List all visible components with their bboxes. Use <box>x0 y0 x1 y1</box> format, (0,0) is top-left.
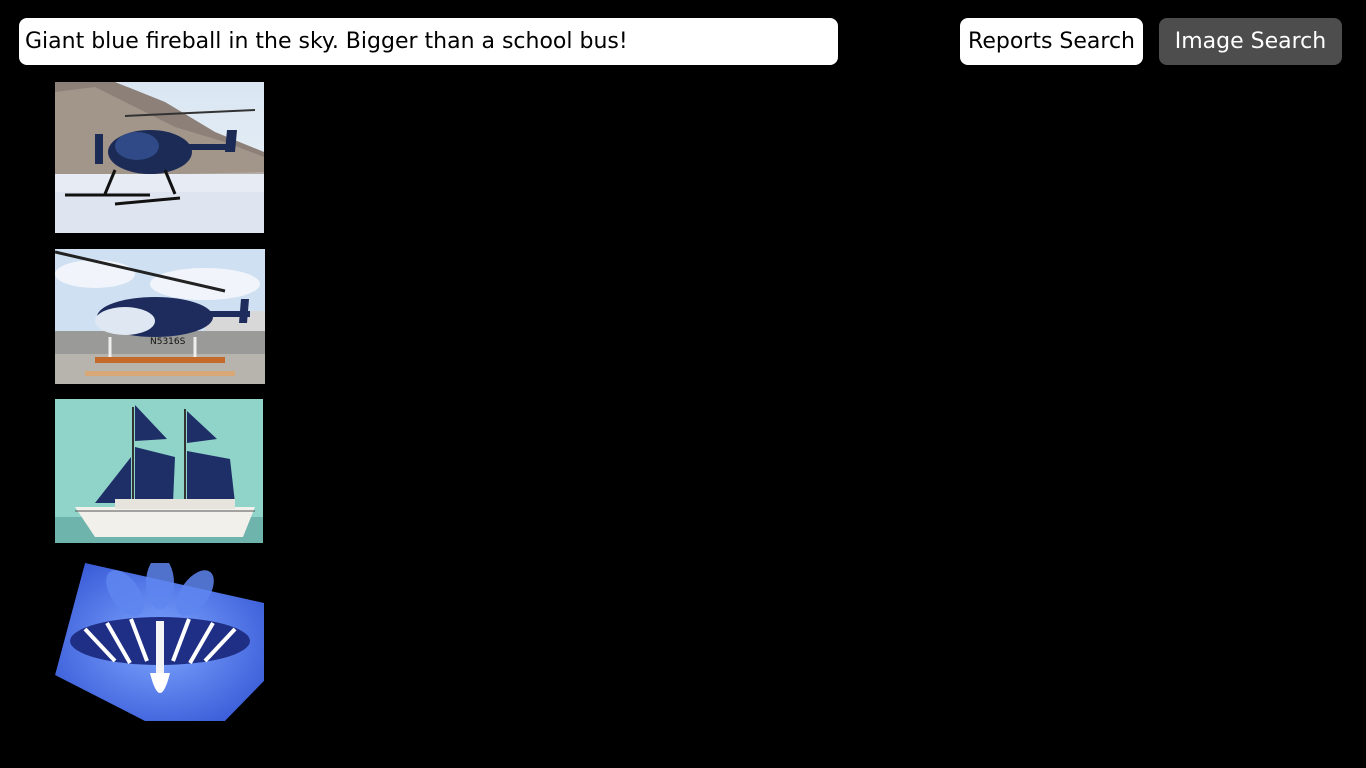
helicopter-on-trailer-image: N5316S <box>55 249 265 384</box>
helicopter-on-snow-image <box>55 82 264 233</box>
result-thumbnail[interactable]: N5316S <box>55 249 265 384</box>
result-thumbnail[interactable] <box>55 82 264 233</box>
svg-text:N5316S: N5316S <box>150 337 186 347</box>
search-input[interactable] <box>19 18 838 65</box>
result-thumbnail[interactable] <box>55 563 264 721</box>
sailing-ship-image <box>55 399 263 543</box>
result-thumbnail[interactable] <box>55 399 263 543</box>
image-search-page: Reports Search Image Search <box>0 0 1366 768</box>
butterfly-on-flower-image <box>55 563 264 721</box>
image-search-button[interactable]: Image Search <box>1159 18 1342 65</box>
reports-search-button[interactable]: Reports Search <box>960 18 1143 65</box>
